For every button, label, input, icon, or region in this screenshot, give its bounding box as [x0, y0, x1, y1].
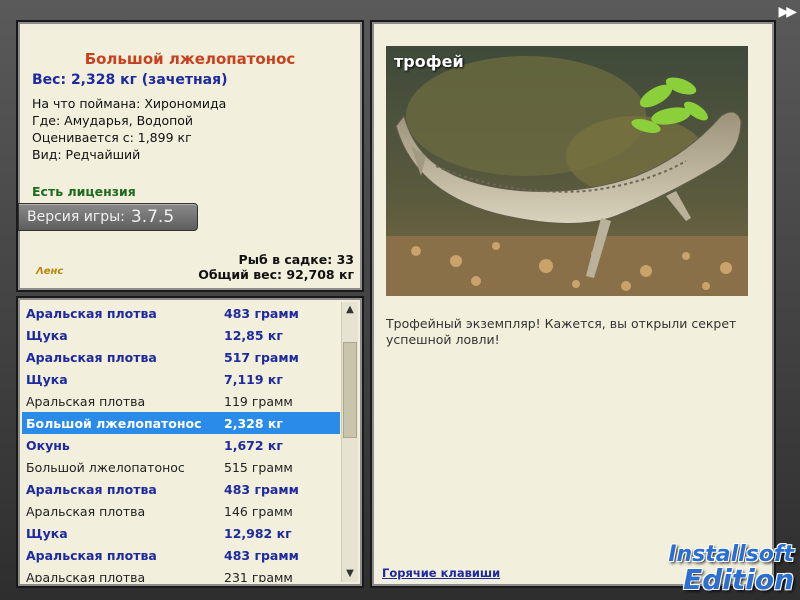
scroll-thumb[interactable]: [343, 342, 357, 438]
fish-row-weight: 7,119 кг: [224, 371, 283, 387]
fish-row-weight: 1,672 кг: [224, 437, 283, 453]
trophy-panel: трофей Трофейный экземпляр! Кажется, вы …: [370, 20, 776, 588]
trophy-label: трофей: [394, 52, 464, 71]
fish-row-name: Аральская плотва: [26, 349, 157, 365]
fish-list-row[interactable]: Аральская плотва 119 грамм: [22, 390, 340, 412]
installsoft-watermark: Installsoft Edition: [644, 542, 794, 596]
fish-row-weight: 119 грамм: [224, 393, 293, 409]
fish-row-name: Аральская плотва: [26, 481, 157, 497]
fast-forward-icon[interactable]: ▶▶: [778, 4, 796, 20]
fish-row-weight: 483 грамм: [224, 481, 299, 497]
bait-info: На что поймана: Хирономида: [32, 96, 227, 111]
location-info: Где: Амударья, Водопой: [32, 113, 194, 128]
fish-list-row[interactable]: Большой лжелопатонос 2,328 кг: [22, 412, 340, 434]
fish-list-row[interactable]: Аральская плотва 483 грамм: [22, 544, 340, 566]
fish-row-weight: 231 грамм: [224, 569, 293, 583]
fish-row-weight: 517 грамм: [224, 349, 299, 365]
fish-row-name: Большой лжелопатонос: [26, 415, 202, 431]
version-number: 3.7.5: [130, 207, 175, 227]
hotkeys-link[interactable]: Горячие клавиши: [382, 566, 500, 580]
rated-from-info: Оценивается с: 1,899 кг: [32, 130, 192, 145]
fish-title: Большой лжелопатонос: [84, 50, 296, 68]
fish-list-panel: Аральская плотва 483 грамм Щука 12,85 кг Ара…: [16, 296, 364, 588]
keepnet-count: Рыб в садке: 33: [238, 252, 354, 267]
catch-info-panel: Большой лжелопатонос Вес: 2,328 кг (заче…: [16, 20, 364, 292]
fish-list-row[interactable]: Аральская плотва 231 грамм: [22, 566, 340, 583]
fish-row-name: Аральская плотва: [26, 547, 157, 563]
fish-list-row[interactable]: Аральская плотва 517 грамм: [22, 346, 340, 368]
fish-row-weight: 515 грамм: [224, 459, 293, 475]
fish-row-weight: 483 грамм: [224, 305, 299, 321]
license-status: Есть лицензия: [32, 184, 136, 199]
fish-list-row[interactable]: Аральская плотва 483 грамм: [22, 302, 340, 324]
watermark-line2: Edition: [683, 563, 794, 596]
fish-photo-image: [386, 46, 748, 296]
fish-list-row[interactable]: Щука 7,119 кг: [22, 368, 340, 390]
fish-list-row[interactable]: Аральская плотва 146 грамм: [22, 500, 340, 522]
fish-row-weight: 12,85 кг: [224, 327, 283, 343]
fish-list-row[interactable]: Аральская плотва 483 грамм: [22, 478, 340, 500]
fish-row-name: Щука: [26, 371, 68, 387]
fish-list-row[interactable]: Щука 12,85 кг: [22, 324, 340, 346]
fish-row-weight: 2,328 кг: [224, 415, 283, 431]
fish-row-name: Окунь: [26, 437, 70, 453]
fish-row-weight: 483 грамм: [224, 547, 299, 563]
fish-list-row[interactable]: Окунь 1,672 кг: [22, 434, 340, 456]
fish-list-row[interactable]: Большой лжелопатонос 515 грамм: [22, 456, 340, 478]
kind-info: Вид: Редчайший: [32, 147, 141, 162]
fish-row-name: Аральская плотва: [26, 569, 146, 583]
fish-row-name: Щука: [26, 525, 68, 541]
trophy-photo: [386, 46, 748, 296]
fish-row-name: Большой лжелопатонос: [26, 459, 185, 475]
fish-row-weight: 12,982 кг: [224, 525, 292, 541]
version-label: Версия игры:: [27, 209, 125, 225]
game-window: ▶▶ Большой лжелопатонос Вес: 2,328 кг (з…: [0, 0, 800, 600]
fish-row-weight: 146 грамм: [224, 503, 293, 519]
fish-list-row[interactable]: Щука 12,982 кг: [22, 522, 340, 544]
fish-row-name: Аральская плотва: [26, 503, 146, 519]
version-badge: Версия игры: 3.7.5: [18, 203, 198, 231]
fish-row-name: Щука: [26, 327, 68, 343]
fish-weight: Вес: 2,328 кг (зачетная): [32, 72, 228, 88]
small-logo: Λенс: [36, 266, 64, 277]
fish-row-name: Аральская плотва: [26, 393, 146, 409]
total-weight: Общий вес: 92,708 кг: [198, 267, 354, 282]
trophy-description: Трофейный экземпляр! Кажется, вы открыли…: [386, 316, 737, 347]
scroll-up-icon[interactable]: ▲: [342, 302, 358, 318]
fish-list[interactable]: Аральская плотва 483 грамм Щука 12,85 кг Ара…: [22, 302, 340, 582]
fish-row-name: Аральская плотва: [26, 305, 157, 321]
scroll-down-icon[interactable]: ▼: [342, 566, 358, 582]
list-scrollbar[interactable]: ▲ ▼: [341, 302, 358, 582]
